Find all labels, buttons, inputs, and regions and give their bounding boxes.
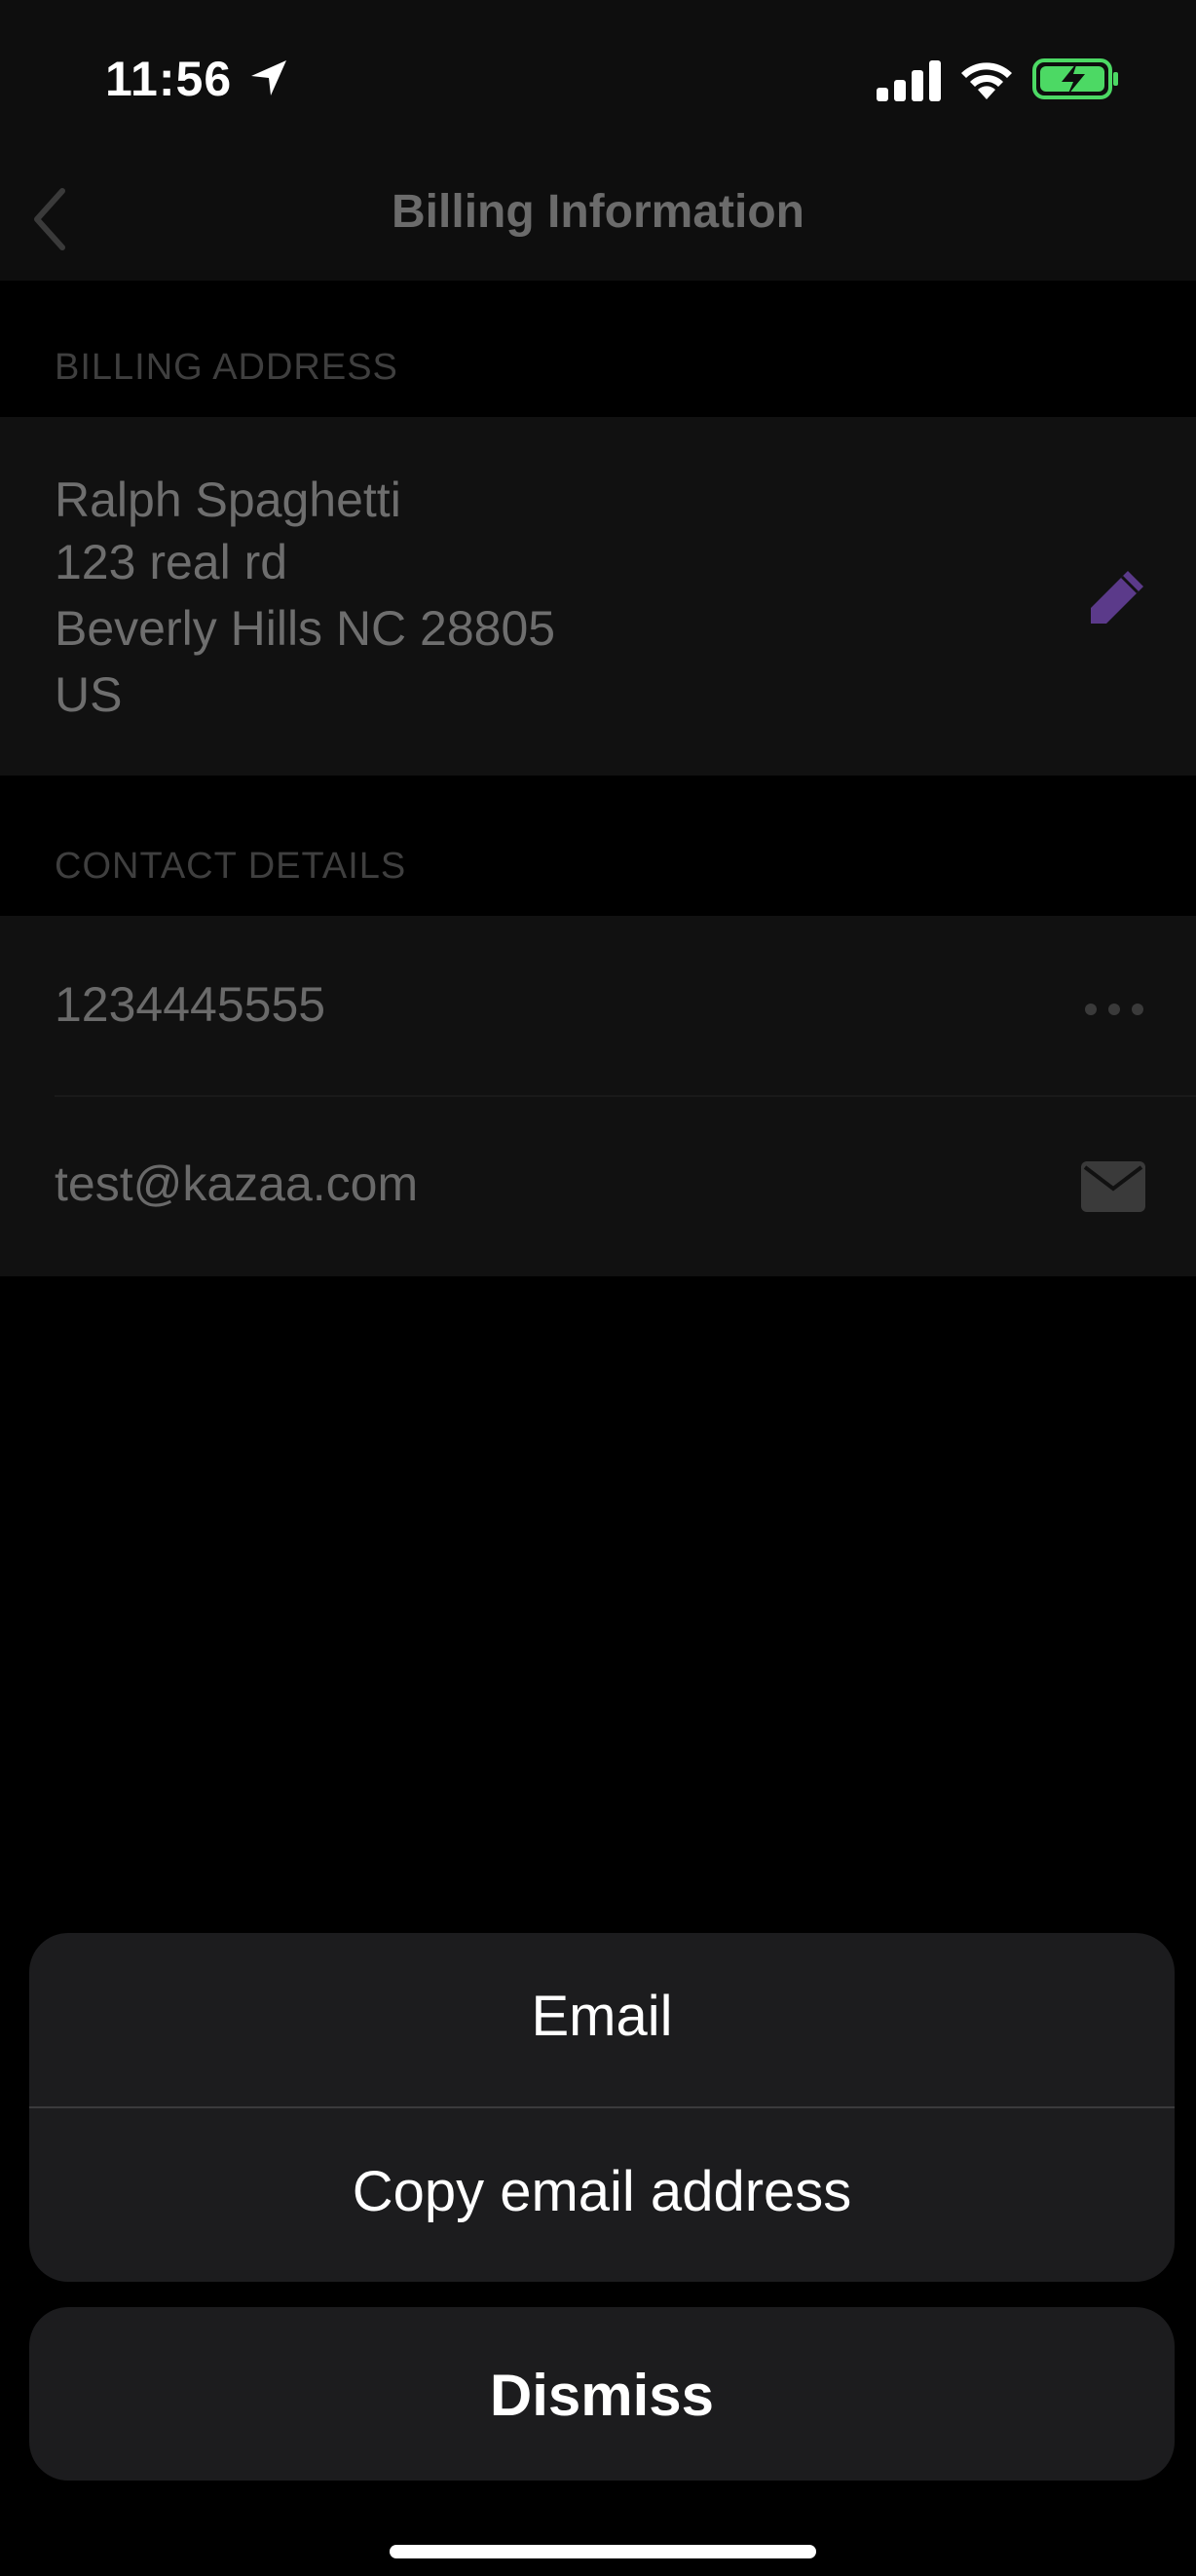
dismiss-button[interactable]: Dismiss <box>29 2307 1175 2481</box>
contact-details-card: 1234445555 test@kazaa.com <box>0 916 1196 1276</box>
cellular-signal-icon <box>877 60 941 101</box>
action-sheet: Email Copy email address <box>29 1933 1175 2282</box>
screen: 11:56 Billing Information BILLING ADDRES… <box>0 0 1196 2576</box>
status-bar: 11:56 <box>0 0 1196 156</box>
address-street: 123 real rd <box>55 535 288 589</box>
nav-bar: Billing Information <box>0 156 1196 281</box>
battery-charging-icon <box>1032 58 1118 99</box>
pencil-icon[interactable] <box>1083 567 1147 631</box>
phone-number[interactable]: 1234445555 <box>55 976 325 1033</box>
wifi-icon <box>961 62 1012 99</box>
location-arrow-icon <box>251 60 286 95</box>
envelope-icon[interactable] <box>1081 1161 1145 1212</box>
action-sheet-divider <box>29 2106 1175 2108</box>
address-country: US <box>55 667 123 722</box>
copy-email-option-button[interactable]: Copy email address <box>29 2159 1175 2224</box>
billing-address-card[interactable]: Ralph Spaghetti 123 real rd Beverly Hill… <box>0 417 1196 776</box>
page-title: Billing Information <box>392 186 804 238</box>
dismiss-label: Dismiss <box>489 2363 715 2428</box>
status-time: 11:56 <box>105 52 233 106</box>
home-indicator <box>390 2545 816 2558</box>
address-city-state-zip: Beverly Hills NC 28805 <box>55 601 556 656</box>
more-horizontal-icon[interactable] <box>1083 1000 1145 1019</box>
billing-address-header: BILLING ADDRESS <box>55 347 398 388</box>
contact-details-header: CONTACT DETAILS <box>55 846 407 887</box>
email-address[interactable]: test@kazaa.com <box>55 1155 418 1212</box>
row-divider <box>55 1095 1196 1097</box>
email-option-button[interactable]: Email <box>29 1984 1175 2049</box>
address-name: Ralph Spaghetti <box>55 473 401 527</box>
